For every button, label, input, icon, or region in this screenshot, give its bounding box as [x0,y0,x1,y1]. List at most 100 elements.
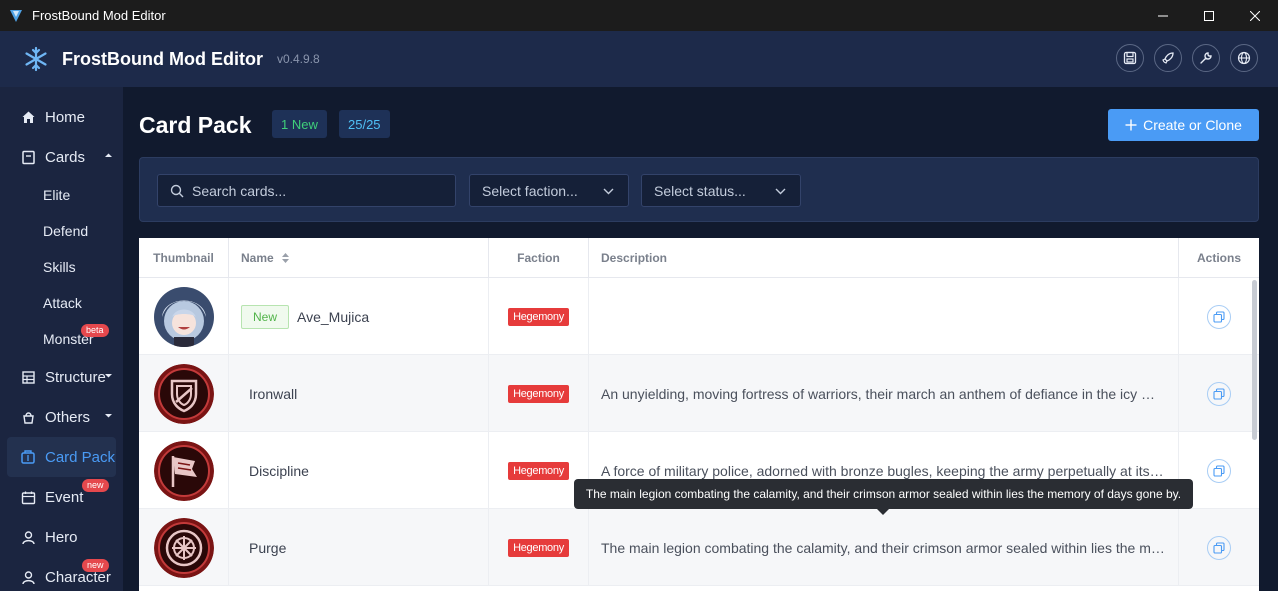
minimize-button[interactable] [1140,0,1186,31]
search-box[interactable] [157,174,456,207]
close-icon [1250,10,1260,21]
sidebar-item-label: Elite [43,187,71,203]
new-badge: new [82,479,109,492]
sidebar-item-hero[interactable]: Hero [0,517,123,557]
status-select[interactable]: Select status... [641,174,801,207]
filter-bar: Select faction... Select status... [139,157,1259,222]
new-count-badge: 1 New [272,110,327,138]
home-icon [20,109,36,125]
caret-down-icon [105,414,112,418]
card-name: Purge [249,539,287,556]
sidebar-item-home[interactable]: Home [0,97,123,137]
user-icon [20,529,36,545]
sidebar: Home Cards Elite Defend Skills Attack Mo… [0,87,123,591]
sidebar-item-attack[interactable]: Attack [0,285,123,321]
table-row[interactable]: Purge Hegemony The main legion combating… [139,509,1259,586]
sidebar-item-monster[interactable]: Monster beta [0,321,123,357]
description-tooltip: The main legion combating the calamity, … [574,479,1193,515]
cards-icon [20,149,36,165]
tools-button[interactable] [1192,44,1220,72]
close-window-button[interactable] [1232,0,1278,31]
card-description: The main legion combating the calamity, … [601,539,1165,556]
caret-down-icon [105,374,112,378]
snowflake-logo-icon [22,45,50,73]
sidebar-item-cards[interactable]: Cards [0,137,123,177]
sidebar-item-defend[interactable]: Defend [0,213,123,249]
copy-icon [1213,310,1225,323]
card-name: Ave_Mujica [297,308,370,325]
save-button[interactable] [1116,44,1144,72]
sidebar-item-others[interactable]: Others [0,397,123,437]
page-title: Card Pack [139,112,252,138]
discipline-emblem [153,440,214,501]
tooltip-arrow [877,509,889,515]
save-icon [1123,51,1137,65]
calendar-icon [20,489,36,505]
sidebar-item-label: Hero [45,528,78,546]
minimize-icon [1158,15,1168,16]
caret-up-icon [105,153,112,157]
card-pack-icon [20,449,36,465]
faction-select-label: Select faction... [482,182,578,199]
sidebar-item-label: Attack [43,295,82,311]
beta-badge: beta [81,324,109,337]
app-header: FrostBound Mod Editor v0.4.9.8 [0,31,1278,87]
sidebar-item-label: Others [45,408,91,426]
window-title: FrostBound Mod Editor [32,8,166,23]
table-header: Thumbnail Name Faction Description Actio… [139,238,1259,278]
clone-button[interactable] [1207,535,1231,560]
window-titlebar: FrostBound Mod Editor [0,0,1278,31]
table-row[interactable]: New Ave_Mujica Hegemony [139,278,1259,355]
new-badge: new [82,559,109,572]
clone-button[interactable] [1207,381,1231,406]
column-description: Description [589,238,1179,278]
sidebar-item-character[interactable]: Character new [0,557,123,591]
sort-icon[interactable] [281,252,290,264]
copy-icon [1213,541,1225,554]
card-pack-table: Thumbnail Name Faction Description Actio… [139,238,1259,591]
table-scrollbar[interactable] [1252,280,1257,440]
card-description: An unyielding, moving fortress of warrio… [601,385,1156,402]
faction-tag: Hegemony [508,461,569,480]
sidebar-item-label: Event [45,488,84,506]
sidebar-item-label: Structure [45,368,106,386]
column-name[interactable]: Name [229,238,489,278]
search-input[interactable] [192,182,442,199]
faction-select[interactable]: Select faction... [469,174,629,207]
maximize-icon [1204,10,1214,21]
purge-emblem [153,517,214,578]
create-or-clone-button[interactable]: Create or Clone [1108,109,1259,141]
card-name: Ironwall [249,385,298,402]
wrench-icon [1200,52,1212,64]
copy-icon [1213,387,1225,400]
faction-tag: Hegemony [508,384,569,403]
language-button[interactable] [1230,44,1258,72]
sidebar-item-elite[interactable]: Elite [0,177,123,213]
card-thumbnail [153,286,214,347]
sidebar-item-label: Home [45,108,86,126]
column-faction: Faction [489,238,589,278]
maximize-button[interactable] [1186,0,1232,31]
sidebar-item-label: Skills [43,259,76,275]
clone-button[interactable] [1207,304,1231,329]
user-icon [20,569,36,585]
sidebar-item-label: Card Pack [45,448,116,466]
clone-button[interactable] [1207,458,1231,483]
column-name-label: Name [241,251,274,265]
sidebar-item-card-pack[interactable]: Card Pack [7,437,116,477]
app-logo-icon [10,9,22,22]
copy-icon [1213,464,1225,477]
others-icon [20,409,36,425]
column-actions: Actions [1196,251,1241,265]
sidebar-item-event[interactable]: Event new [0,477,123,517]
search-icon [170,184,184,197]
create-or-clone-label: Create or Clone [1143,117,1242,133]
sidebar-item-skills[interactable]: Skills [0,249,123,285]
launch-button[interactable] [1154,44,1182,72]
sidebar-item-label: Cards [45,148,86,166]
ironwall-emblem [153,363,214,424]
table-row[interactable]: Ironwall Hegemony An unyielding, moving … [139,355,1259,432]
card-description: A force of military police, adorned with… [601,462,1164,479]
sidebar-item-structure[interactable]: Structure [0,357,123,397]
total-count-badge: 25/25 [339,110,390,138]
